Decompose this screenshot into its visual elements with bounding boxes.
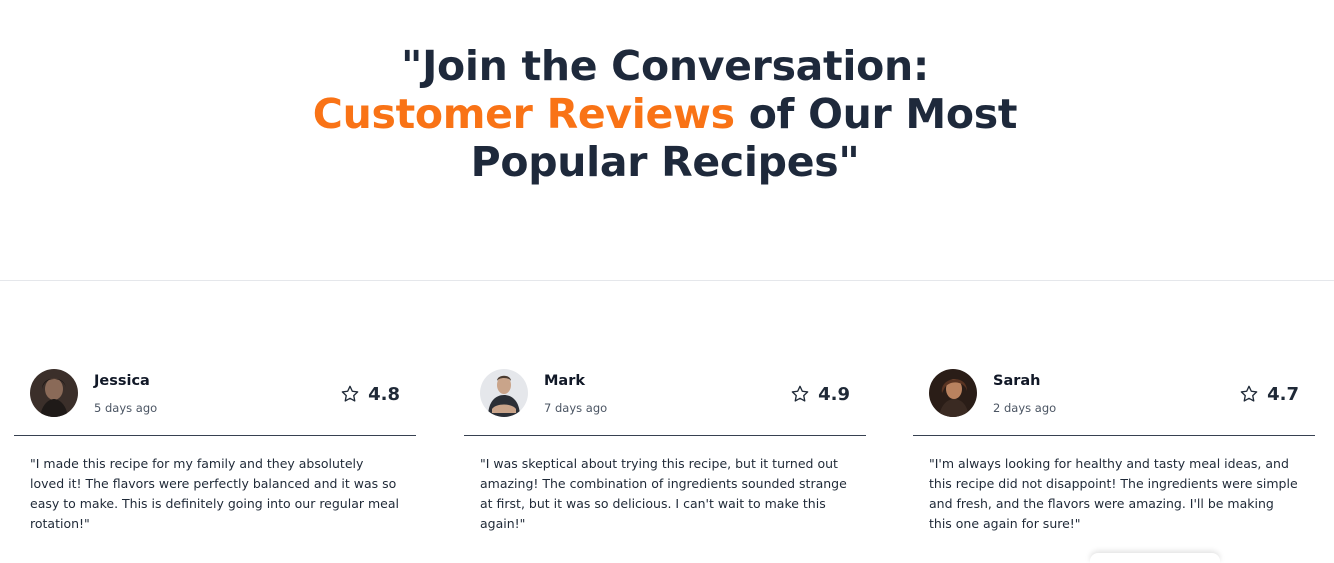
reviewer-name: Sarah <box>993 373 1041 389</box>
review-text: "I was skeptical about trying this recip… <box>480 456 847 531</box>
title-part-1: "Join the Conversation: <box>401 42 929 90</box>
review-card-header: Sarah 2 days ago 4.7 <box>913 369 1315 436</box>
hero-section: "Join the Conversation: Customer Reviews … <box>0 0 1334 281</box>
title-accent: Customer Reviews <box>312 90 735 138</box>
review-card: Sarah 2 days ago 4.7 "I'm always looking… <box>913 369 1315 534</box>
review-text: "I made this recipe for my family and th… <box>30 456 399 531</box>
star-outline-icon <box>341 385 359 402</box>
avatar <box>929 369 977 417</box>
review-text: "I'm always looking for healthy and tast… <box>929 456 1298 531</box>
page-title: "Join the Conversation: Customer Reviews … <box>300 42 1030 186</box>
review-card-header: Jessica 5 days ago 4.8 <box>14 369 416 436</box>
rating: 4.7 <box>1239 383 1299 405</box>
star-outline-icon <box>791 385 809 402</box>
floating-widget-edge[interactable] <box>1090 553 1220 563</box>
reviewer-name: Jessica <box>94 373 150 389</box>
review-time: 5 days ago <box>94 401 158 415</box>
review-time: 7 days ago <box>544 401 608 415</box>
star-outline-icon <box>1240 385 1258 402</box>
reviewer-name: Mark <box>544 373 586 389</box>
rating: 4.8 <box>340 383 400 405</box>
rating: 4.9 <box>790 383 850 405</box>
review-card: Mark 7 days ago 4.9 "I was skeptical abo… <box>464 369 866 534</box>
rating-value: 4.9 <box>818 383 850 405</box>
rating-value: 4.8 <box>368 383 400 405</box>
rating-value: 4.7 <box>1267 383 1299 405</box>
review-time: 2 days ago <box>993 401 1057 415</box>
avatar <box>30 369 78 417</box>
review-card-header: Mark 7 days ago 4.9 <box>464 369 866 436</box>
avatar <box>480 369 528 417</box>
review-card: Jessica 5 days ago 4.8 "I made this reci… <box>14 369 416 534</box>
